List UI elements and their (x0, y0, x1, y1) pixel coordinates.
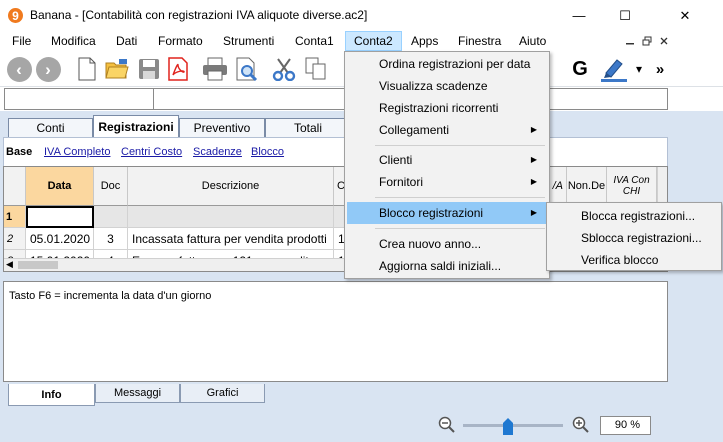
scroll-thumb[interactable] (18, 261, 58, 269)
tab-registrazioni[interactable]: Registrazioni (93, 115, 179, 138)
save-icon[interactable] (135, 55, 163, 83)
header-descrizione[interactable]: Descrizione (128, 167, 334, 206)
view-blocco[interactable]: Blocco (251, 146, 284, 158)
menu-item-aggiorna-saldi[interactable]: Aggiorna saldi iniziali... (347, 255, 547, 277)
submenu-item-sblocca[interactable]: Sblocca registrazioni... (549, 227, 719, 249)
tab-info[interactable]: Info (8, 384, 95, 406)
menu-apps[interactable]: Apps (403, 31, 446, 51)
menu-item-registrazioni-ricorrenti[interactable]: Registrazioni ricorrenti (347, 97, 547, 119)
forward-icon[interactable]: › (34, 55, 62, 83)
info-text: Tasto F6 = incrementa la data d'un giorn… (9, 290, 212, 302)
menu-item-clienti[interactable]: Clienti ▶ (347, 149, 547, 171)
info-panel: Tasto F6 = incrementa la data d'un giorn… (3, 281, 668, 382)
copy-icon[interactable] (302, 55, 330, 83)
submenu-arrow-icon: ▶ (530, 125, 537, 134)
view-scadenze[interactable]: Scadenze (193, 146, 242, 158)
menu-item-collegamenti[interactable]: Collegamenti ▶ (347, 119, 547, 141)
menu-conta1[interactable]: Conta1 (287, 31, 342, 51)
header-corner[interactable] (4, 167, 26, 206)
tab-totali[interactable]: Totali (265, 118, 351, 137)
header-doc[interactable]: Doc (94, 167, 128, 206)
zoom-unit: % (630, 419, 640, 431)
zoom-level-field[interactable]: 90 % (600, 416, 651, 435)
minimize-button[interactable]: — (556, 0, 602, 31)
row-number[interactable]: 1 (4, 206, 26, 228)
menu-item-visualizza-scadenze[interactable]: Visualizza scadenze (347, 75, 547, 97)
mdi-restore-icon[interactable] (639, 33, 655, 49)
title-bar: 9 Banana - [Contabilità con registrazion… (0, 0, 723, 31)
open-folder-icon[interactable] (103, 55, 131, 83)
cell-reference-field[interactable] (5, 89, 154, 109)
table-cell[interactable]: 3 (94, 228, 128, 250)
menu-item-crea-nuovo-anno[interactable]: Crea nuovo anno... (347, 233, 547, 255)
header-non-ded[interactable]: Non.De (567, 167, 607, 206)
pdf-icon[interactable] (164, 55, 192, 83)
row-number[interactable]: 2 (4, 228, 26, 250)
menu-dati[interactable]: Dati (108, 31, 145, 51)
tab-preventivo[interactable]: Preventivo (179, 118, 265, 137)
conta2-menu: Ordina registrazioni per data Visualizza… (344, 51, 550, 279)
formula-bar (4, 88, 668, 110)
submenu-arrow-icon: ▶ (530, 155, 537, 164)
menu-aiuto[interactable]: Aiuto (511, 31, 554, 51)
table-cell-selected[interactable] (26, 206, 94, 228)
tab-grafici[interactable]: Grafici (180, 384, 265, 403)
view-base[interactable]: Base (6, 146, 32, 158)
menu-item-blocco-registrazioni[interactable]: Blocco registrazioni ▶ (347, 202, 547, 224)
back-icon[interactable]: ‹ (5, 55, 33, 83)
svg-text:9: 9 (12, 9, 19, 23)
view-centri-costo[interactable]: Centri Costo (121, 146, 182, 158)
new-file-icon[interactable] (73, 55, 101, 83)
menu-file[interactable]: File (4, 31, 39, 51)
menu-strumenti[interactable]: Strumenti (215, 31, 282, 51)
submenu-item-verifica[interactable]: Verifica blocco (549, 249, 719, 271)
tab-conti[interactable]: Conti (8, 118, 93, 137)
table-cell[interactable]: 05.01.2020 (26, 228, 94, 250)
tab-messaggi[interactable]: Messaggi (95, 384, 180, 403)
view-iva-completo[interactable]: IVA Completo (44, 146, 110, 158)
menu-formato[interactable]: Formato (150, 31, 211, 51)
menu-bar: File Modifica Dati Formato Strumenti Con… (0, 31, 723, 51)
submenu-item-blocca[interactable]: Blocca registrazioni... (549, 205, 719, 227)
table-cell[interactable] (94, 206, 128, 228)
zoom-out-icon[interactable] (438, 416, 456, 434)
overflow-chevron-icon[interactable]: » (650, 55, 670, 83)
menu-conta2[interactable]: Conta2 (345, 31, 402, 51)
menu-item-ordina[interactable]: Ordina registrazioni per data (347, 53, 547, 75)
menu-modifica[interactable]: Modifica (43, 31, 104, 51)
menu-separator (375, 145, 545, 146)
view-selector: Base IVA Completo Centri Costo Scadenze … (3, 137, 668, 167)
banana-logo-icon: 9 (7, 7, 24, 24)
menu-separator (375, 228, 545, 229)
blocco-submenu: Blocca registrazioni... Sblocca registra… (546, 202, 722, 271)
window-title: Banana - [Contabilità con registrazioni … (30, 8, 368, 22)
print-preview-icon[interactable] (233, 55, 261, 83)
zoom-slider-thumb[interactable] (502, 417, 514, 436)
menu-separator (375, 197, 545, 198)
menu-finestra[interactable]: Finestra (450, 31, 509, 51)
highlighter-dropdown-icon[interactable]: ▾ (632, 55, 646, 83)
cut-icon[interactable] (270, 55, 298, 83)
g-icon[interactable]: G (566, 55, 594, 83)
header-iva-contabilita[interactable]: IVA Con CHI (607, 167, 657, 206)
scroll-left-icon[interactable]: ◀ (6, 259, 13, 270)
zoom-value: 90 (614, 419, 628, 431)
menu-item-fornitori[interactable]: Fornitori ▶ (347, 171, 547, 193)
table-cell[interactable]: Incassata fattura per vendita prodotti (128, 228, 334, 250)
mdi-close-icon[interactable] (656, 33, 672, 49)
close-button[interactable]: ✕ (647, 0, 723, 31)
table-cell[interactable] (128, 206, 334, 228)
maximize-button[interactable]: ☐ (602, 0, 648, 31)
submenu-arrow-icon: ▶ (530, 208, 537, 217)
header-data[interactable]: Data (26, 167, 94, 206)
mdi-minimize-icon[interactable] (622, 33, 638, 49)
print-icon[interactable] (201, 55, 229, 83)
highlighter-icon[interactable] (600, 55, 628, 83)
zoom-in-icon[interactable] (572, 416, 590, 434)
submenu-arrow-icon: ▶ (530, 177, 537, 186)
